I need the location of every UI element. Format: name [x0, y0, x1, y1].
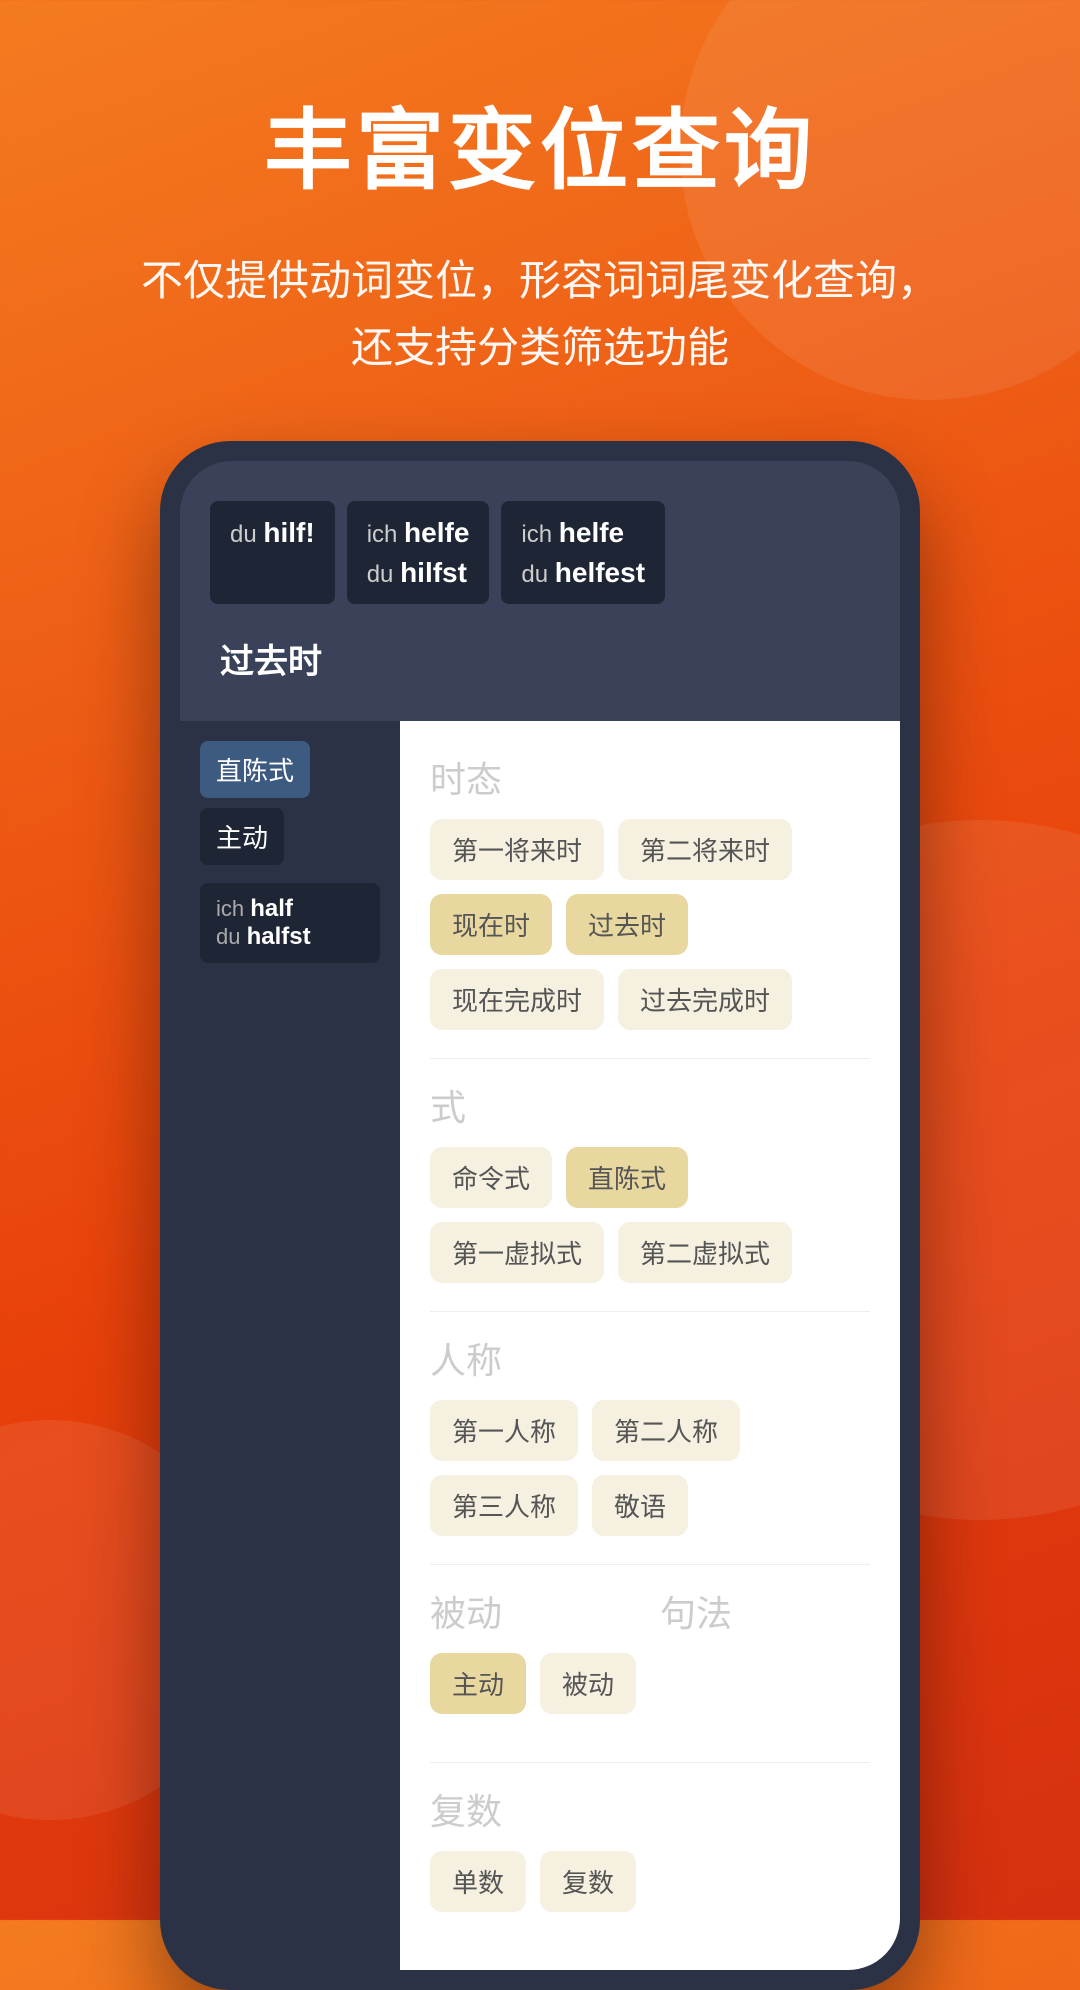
phone-mockup: du hilf! ich helfe du hilfst ich helfe d… [160, 441, 920, 1990]
tooltip-2: ich helfe du hilfst [347, 501, 490, 603]
filter-tag-active[interactable]: 主动 [430, 1653, 526, 1714]
filter-tag-futur2[interactable]: 第二将来时 [618, 819, 792, 880]
past-tense-row: 过去时 [210, 634, 870, 683]
tense-tags: 第一将来时 第二将来时 现在时 过去时 现在完成时 过去完成时 [430, 819, 870, 1030]
voice-watermark: 被动 [430, 1585, 640, 1637]
main-title: 丰富变位查询 [264, 80, 816, 207]
filter-tag-formal[interactable]: 敬语 [592, 1475, 688, 1536]
past-tense-label: 过去时 [220, 643, 322, 681]
tense-filter-section: 时态 第一将来时 第二将来时 现在时 过去时 现在完成时 过去完成时 [430, 751, 870, 1030]
tooltip-3: ich helfe du helfest [501, 501, 665, 603]
subtitle: 不仅提供动词变位，形容词词尾变化查询， 还支持分类筛选功能 [61, 247, 1019, 381]
filter-tag-1st[interactable]: 第一人称 [430, 1400, 578, 1461]
phone-inner: du hilf! ich helfe du hilfst ich helfe d… [180, 461, 900, 1970]
tense-label: 时态 [430, 751, 870, 803]
tooltip-1: du hilf! [210, 501, 335, 603]
plural-filter-section: 复数 单数 复数 [430, 1783, 870, 1912]
divider-4 [430, 1762, 870, 1763]
filter-tag-3rd[interactable]: 第三人称 [430, 1475, 578, 1536]
filter-tag-plural[interactable]: 复数 [540, 1851, 636, 1912]
filter-tag-singular[interactable]: 单数 [430, 1851, 526, 1912]
mode-filter-section: 式 命令式 直陈式 第一虚拟式 第二虚拟式 [430, 1079, 870, 1283]
tooltips-row: du hilf! ich helfe du hilfst ich helfe d… [210, 501, 870, 603]
phone-top-area: du hilf! ich helfe du hilfst ich helfe d… [180, 461, 900, 721]
voice-tags: 主动 被动 [430, 1653, 640, 1714]
filter-tag-subj2[interactable]: 第二虚拟式 [618, 1222, 792, 1283]
voice-syntax-row: 被动 主动 被动 句法 [430, 1585, 870, 1742]
filter-tag-passive[interactable]: 被动 [540, 1653, 636, 1714]
plural-tags: 单数 复数 [430, 1851, 870, 1912]
filter-tag-past[interactable]: 过去时 [566, 894, 688, 955]
divider-3 [430, 1564, 870, 1565]
filter-tag-indicative[interactable]: 直陈式 [566, 1147, 688, 1208]
verb-form-card: ich half du halfst [200, 883, 380, 963]
syntax-section: 句法 [660, 1585, 870, 1653]
divider-2 [430, 1311, 870, 1312]
mode-tags: 命令式 直陈式 第一虚拟式 第二虚拟式 [430, 1147, 870, 1283]
filter-tag-pluperfect[interactable]: 过去完成时 [618, 969, 792, 1030]
voice-filter-section: 被动 主动 被动 [430, 1585, 640, 1714]
left-panel: 直陈式 主动 ich half du halfst [180, 721, 400, 1970]
mode-label: 式 [430, 1079, 870, 1131]
right-filter-panel: 时态 第一将来时 第二将来时 现在时 过去时 现在完成时 过去完成时 [400, 721, 900, 1970]
filter-tag-present[interactable]: 现在时 [430, 894, 552, 955]
mode-tag[interactable]: 直陈式 [200, 741, 310, 798]
syntax-label: 句法 [660, 1585, 870, 1637]
plural-label: 复数 [430, 1783, 870, 1835]
person-label: 人称 [430, 1332, 870, 1384]
phone-bottom-area: 直陈式 主动 ich half du halfst 时态 第一将来时 第二将来时 [180, 721, 900, 1970]
voice-tag[interactable]: 主动 [200, 808, 284, 865]
filter-tag-subj1[interactable]: 第一虚拟式 [430, 1222, 604, 1283]
filter-tag-perfect[interactable]: 现在完成时 [430, 969, 604, 1030]
filter-tag-imperative[interactable]: 命令式 [430, 1147, 552, 1208]
person-filter-section: 人称 第一人称 第二人称 第三人称 敬语 [430, 1332, 870, 1536]
person-tags: 第一人称 第二人称 第三人称 敬语 [430, 1400, 870, 1536]
divider-1 [430, 1058, 870, 1059]
filter-tag-2nd[interactable]: 第二人称 [592, 1400, 740, 1461]
filter-tag-futur1[interactable]: 第一将来时 [430, 819, 604, 880]
